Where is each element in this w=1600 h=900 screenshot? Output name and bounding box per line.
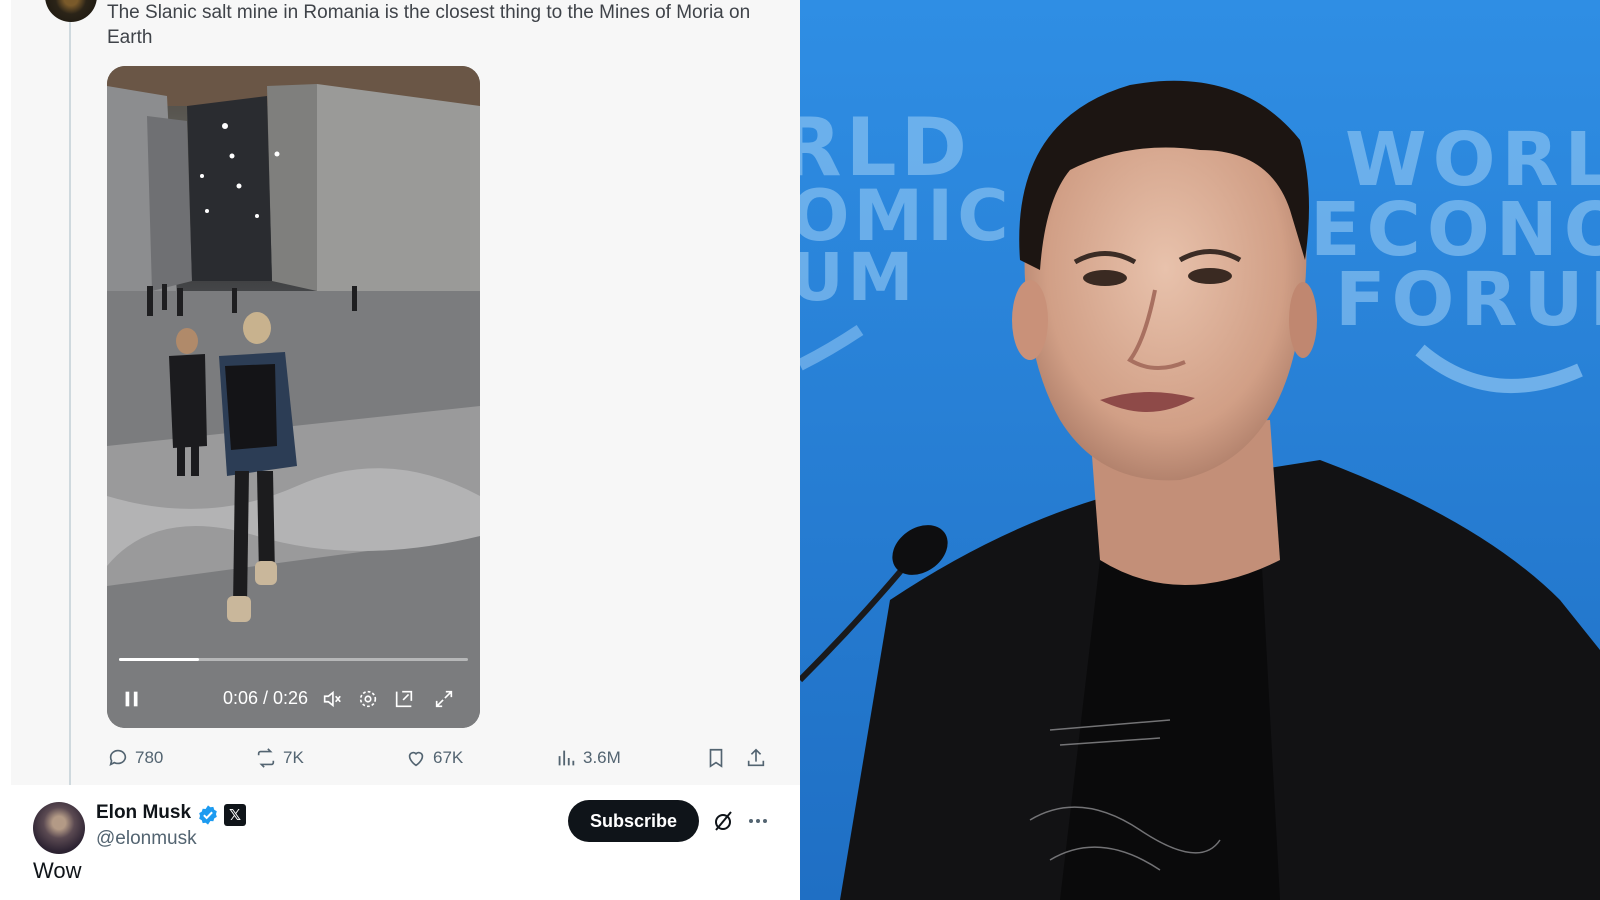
more-options-icon[interactable]: [746, 809, 770, 833]
subscribe-button[interactable]: Subscribe: [568, 800, 699, 842]
reply-button[interactable]: 780: [107, 744, 163, 772]
thread-line: [69, 18, 71, 794]
views-count: 3.6M: [583, 748, 621, 767]
heart-icon: [408, 751, 424, 767]
video-controls: 0:06 / 0:26: [107, 674, 480, 728]
pause-icon[interactable]: [119, 686, 145, 712]
reply-count: 780: [135, 748, 164, 767]
author-name[interactable]: Elon Musk: [96, 802, 191, 824]
bookmark-button[interactable]: [705, 744, 727, 772]
views-button[interactable]: 3.6M: [555, 744, 621, 772]
share-button[interactable]: [745, 744, 767, 772]
panel-gutter: [0, 0, 11, 900]
verified-badge-icon: [199, 805, 217, 825]
quoted-tweet-card[interactable]: The Slanic salt mine in Romania is the c…: [11, 0, 800, 794]
backdrop-word-left-3: UM: [800, 239, 917, 316]
pip-icon[interactable]: [391, 686, 417, 712]
video-player[interactable]: 0:06 / 0:26: [107, 66, 480, 728]
video-time: 0:06 / 0:26: [223, 688, 309, 708]
repost-button[interactable]: 7K: [255, 744, 304, 772]
reply-tweet[interactable]: Elon Musk 𝕏 @elonmusk Subscribe Wow: [11, 785, 800, 900]
author-handle[interactable]: @elonmusk: [96, 828, 197, 850]
mute-icon[interactable]: [319, 686, 345, 712]
analytics-icon: [558, 750, 575, 766]
reply-tweet-text: Wow: [33, 858, 82, 883]
reply-icon: [109, 749, 127, 766]
quoted-tweet-text: The Slanic salt mine in Romania is the c…: [107, 2, 751, 48]
repost-count: 7K: [283, 748, 304, 767]
video-frame: [107, 66, 480, 728]
video-progress-bar[interactable]: [119, 658, 468, 661]
backdrop-word-right-3: FORUM: [1335, 257, 1600, 343]
video-progress-fill: [119, 658, 200, 661]
speaker-photo: RLD OMIC UM WORLD ECONOMIC FORUM: [800, 0, 1600, 900]
author-avatar[interactable]: [33, 802, 85, 854]
grok-icon[interactable]: [711, 809, 735, 833]
repost-icon: [257, 748, 275, 768]
bookmark-icon: [709, 748, 723, 768]
tweet-action-bar: 780 7K 67K 3.6M: [107, 744, 787, 772]
photo-panel: RLD OMIC UM WORLD ECONOMIC FORUM: [800, 0, 1600, 900]
like-button[interactable]: 67K: [405, 744, 463, 772]
fullscreen-icon[interactable]: [431, 686, 457, 712]
settings-icon[interactable]: [355, 686, 381, 712]
like-count: 67K: [433, 748, 464, 767]
tweet-screenshot-panel: The Slanic salt mine in Romania is the c…: [0, 0, 800, 900]
share-icon: [747, 748, 765, 767]
x-affiliate-icon: 𝕏: [224, 804, 246, 826]
quoted-author-avatar[interactable]: [45, 0, 97, 22]
